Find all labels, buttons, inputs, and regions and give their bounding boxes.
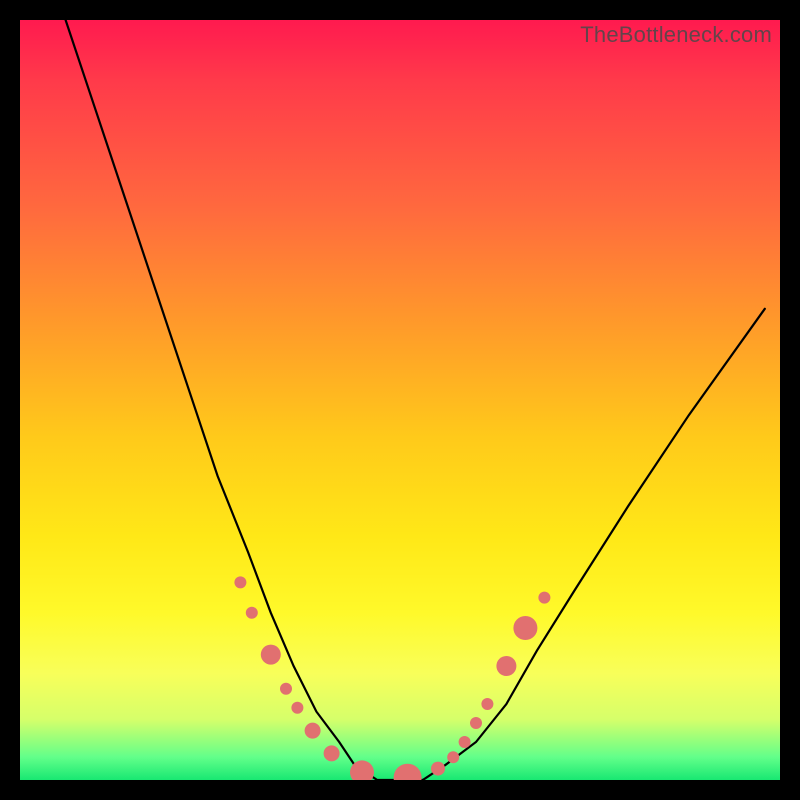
data-marker: [280, 683, 292, 695]
data-marker: [459, 736, 471, 748]
bottleneck-curve: [66, 20, 765, 780]
data-marker: [394, 764, 422, 780]
watermark-text: TheBottleneck.com: [580, 22, 772, 48]
data-marker: [291, 702, 303, 714]
data-marker: [234, 576, 246, 588]
data-marker: [261, 645, 281, 665]
data-marker: [447, 751, 459, 763]
chart-frame: TheBottleneck.com: [20, 20, 780, 780]
data-marker: [481, 698, 493, 710]
data-marker: [496, 656, 516, 676]
data-marker: [431, 762, 445, 776]
data-marker: [305, 723, 321, 739]
curve-layer: [66, 20, 765, 780]
data-marker: [324, 745, 340, 761]
data-marker: [470, 717, 482, 729]
chart-svg: [20, 20, 780, 780]
data-marker: [538, 592, 550, 604]
data-marker: [513, 616, 537, 640]
data-marker: [246, 607, 258, 619]
marker-layer: [234, 576, 550, 780]
